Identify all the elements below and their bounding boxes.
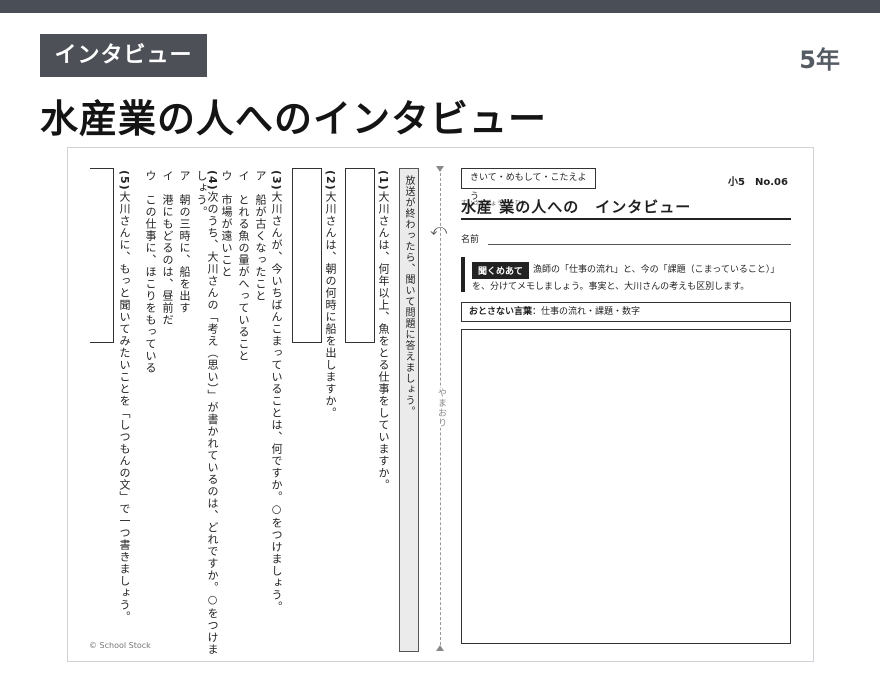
answer-box-q5 bbox=[90, 168, 114, 343]
instruction-text: 放送が終わったら、聞いて問題に答えましょう。 bbox=[403, 175, 414, 417]
keyword-text: ：仕事の流れ・課題・数字 bbox=[532, 307, 641, 317]
grade-label: 5年 bbox=[799, 46, 840, 74]
keyword-box: おとさない言葉：仕事の流れ・課題・数字 bbox=[461, 302, 791, 322]
copyright: © School Stock bbox=[89, 641, 151, 650]
question-5: (5)大川さんに、もっと聞いてみたいことを「しつもんの文」で一つ書きましょう。 bbox=[118, 170, 131, 623]
question-3: (3)大川さんが、今いちばんこまっていることは、何ですか。○をつけましょう。 bbox=[270, 170, 283, 613]
q3-option-u[interactable]: ウ 市場が遠いこと bbox=[220, 170, 233, 278]
task-text-line-1: 漁師の「仕事の流れ」と、今の「課題（こまっていること）」 bbox=[533, 265, 780, 275]
question-2: (2)大川さんは、朝の何時に船を出しますか。 bbox=[324, 170, 337, 419]
keyword-label: おとさない言葉 bbox=[469, 307, 533, 317]
answer-box-q2 bbox=[292, 168, 322, 343]
name-field[interactable] bbox=[488, 244, 791, 245]
worksheet-preview: (1)大川さんは、何年以上、魚をとる仕事をしていますか。 (2)大川さんは、朝の… bbox=[67, 147, 814, 662]
q3-option-a[interactable]: ア 船が古くなったこと bbox=[254, 170, 267, 302]
fold-arrow-icon: ⤺ bbox=[430, 220, 448, 239]
activity-tag: きいて・めもして・こたえよう bbox=[461, 168, 596, 202]
name-label: 名前 bbox=[461, 235, 480, 245]
series-number: 小5 No.06 bbox=[728, 177, 788, 188]
q4-option-u[interactable]: ウ この仕事に、ほこりをもっている bbox=[144, 170, 157, 374]
q4-option-a[interactable]: ア 朝の三時に、船を出す bbox=[178, 170, 191, 314]
fold-arrow-up-icon bbox=[436, 166, 444, 172]
task-accent-bar bbox=[461, 257, 465, 292]
title-underline bbox=[461, 218, 791, 220]
instruction-bar: 放送が終わったら、聞いて問題に答えましょう。 bbox=[399, 168, 419, 652]
answer-box-q1 bbox=[345, 168, 375, 343]
task-tag: 聞くめあて bbox=[472, 262, 529, 279]
q3-option-i[interactable]: イ とれる魚の量がへっていること bbox=[237, 170, 250, 362]
fold-arrow-down-icon bbox=[436, 645, 444, 651]
q4-option-i[interactable]: イ 港にもどるのは、昼前だ bbox=[161, 170, 174, 326]
category-badge: インタビュー bbox=[40, 34, 207, 77]
top-accent-bar bbox=[0, 0, 880, 13]
task-text-line-2: を、分けてメモしましょう。事実と、大川さんの考えも区別します。 bbox=[472, 282, 750, 292]
memo-area[interactable] bbox=[461, 329, 791, 644]
fold-label: やまおり bbox=[435, 388, 448, 428]
page-title: 水産業の人へのインタビュー bbox=[40, 97, 548, 141]
question-4: (4)次のうち、大川さんの「考え（思い）」が書かれているのは、どれですか。○をつ… bbox=[195, 170, 219, 656]
worksheet-title: 水産 業の人への インタビュー bbox=[461, 198, 692, 216]
question-1: (1)大川さんは、何年以上、魚をとる仕事をしていますか。 bbox=[377, 170, 390, 491]
